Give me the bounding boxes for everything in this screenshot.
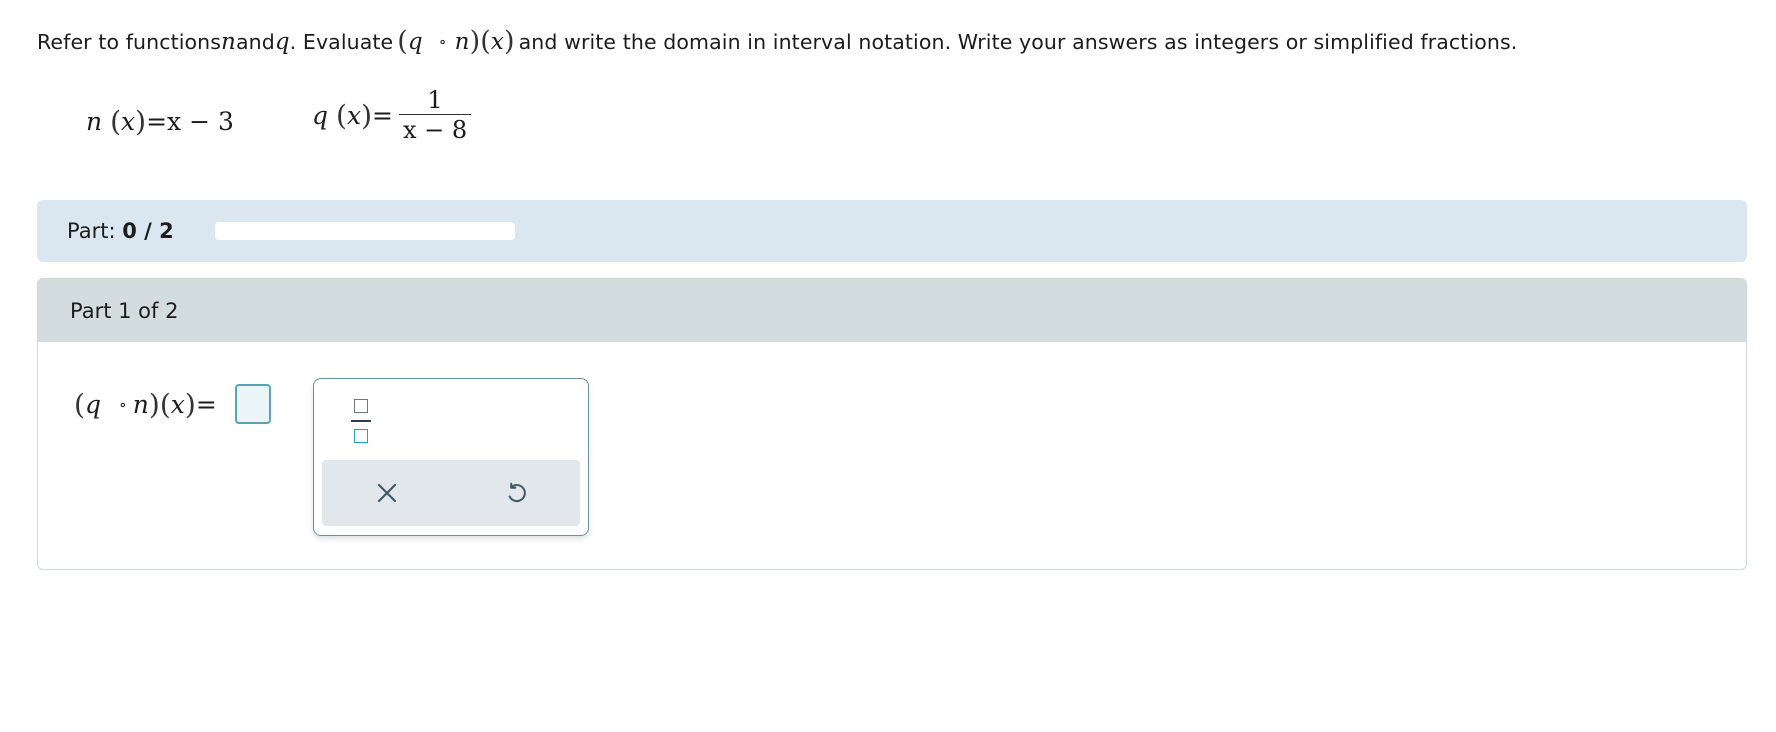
- composition-expression: ( q ∘ n ) ( x ): [397, 26, 514, 57]
- compose-operator: ∘: [438, 32, 447, 51]
- part-progress: Part: 0 / 2: [37, 200, 1747, 262]
- compose-operator: ∘: [118, 394, 127, 414]
- fn-name: q: [312, 101, 329, 131]
- palette-actions: [322, 460, 580, 526]
- equals-sign: =: [372, 101, 393, 131]
- fn-arg: x: [346, 101, 362, 131]
- instructions-evaluate: . Evaluate: [289, 29, 394, 54]
- fraction-template-bar: [351, 420, 371, 422]
- comp-q: q: [84, 389, 101, 419]
- paren-close: ): [503, 26, 515, 57]
- paren-open: (: [159, 387, 171, 421]
- paren-close: ): [469, 26, 481, 57]
- equals-sign: =: [146, 107, 168, 136]
- fraction-numerator: 1: [427, 86, 443, 114]
- comp-x: x: [490, 28, 504, 55]
- equals-sign: =: [195, 389, 217, 419]
- paren-open: (: [336, 99, 347, 133]
- paren-close: ): [135, 105, 147, 138]
- fn-expression: x − 3: [167, 107, 234, 136]
- instructions-and: and: [235, 29, 275, 54]
- fn-arg: x: [121, 107, 136, 136]
- progress-label-text: Part:: [67, 219, 123, 243]
- instructions-text: Refer to functions: [37, 29, 222, 54]
- answer-row: ( q ∘ n ) ( x ) =: [74, 384, 271, 424]
- part-card: Part 1 of 2 ( q ∘ n ) ( x ) =: [37, 278, 1747, 570]
- fraction-template-slot: [354, 429, 368, 443]
- progress-label: Part: 0 / 2: [67, 219, 174, 243]
- close-icon: [377, 483, 397, 503]
- fraction: 1 x − 8: [398, 86, 472, 145]
- paren-close: ): [184, 387, 196, 421]
- progress-value: 0 / 2: [122, 219, 174, 243]
- comp-n: n: [132, 389, 149, 419]
- clear-button[interactable]: [368, 474, 406, 512]
- var-q: q: [274, 28, 290, 55]
- progress-track: [215, 222, 515, 240]
- paren-close: ): [148, 387, 160, 421]
- undo-icon: [508, 482, 526, 503]
- comp-x: x: [170, 389, 185, 419]
- paren-open: (: [397, 26, 408, 57]
- paren-close: ): [361, 99, 372, 133]
- paren-open: (: [480, 26, 491, 57]
- fraction-template-button[interactable]: [350, 399, 372, 443]
- fraction-template-icon: [354, 399, 368, 413]
- comp-q: q: [407, 28, 423, 55]
- var-n: n: [221, 28, 236, 55]
- part-header: Part 1 of 2: [38, 279, 1746, 342]
- answer-input[interactable]: [234, 384, 271, 424]
- problem-instructions: Refer to functions n and q . Evaluate ( …: [37, 26, 1517, 57]
- fraction-denominator: x − 8: [402, 116, 468, 145]
- math-palette: [313, 378, 589, 536]
- function-n-definition: n ( x ) = x − 3: [86, 105, 234, 138]
- comp-n: n: [454, 28, 470, 55]
- function-q-definition: q ( x ) = 1 x − 8: [312, 86, 472, 145]
- paren-open: (: [74, 387, 85, 421]
- paren-open: (: [110, 105, 122, 138]
- instructions-rest: and write the domain in interval notatio…: [518, 29, 1518, 54]
- undo-button[interactable]: [497, 474, 535, 512]
- fn-name: n: [86, 107, 103, 136]
